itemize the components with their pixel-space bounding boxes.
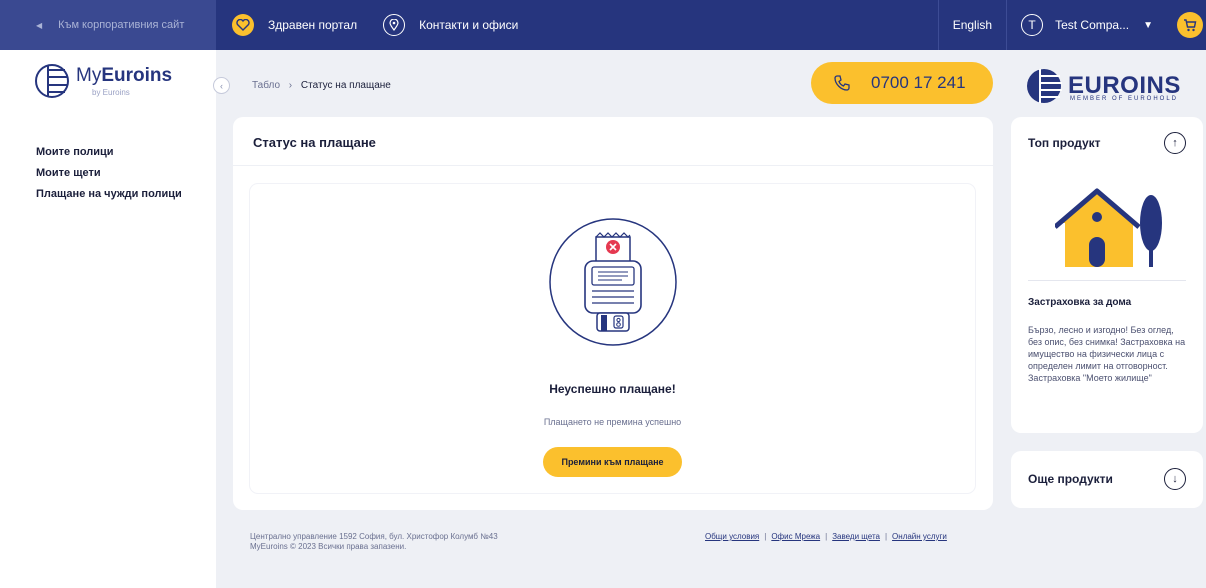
phone-button[interactable]: 0700 17 241 bbox=[811, 62, 993, 104]
status-panel: Неуспешно плащане! Плащането не премина … bbox=[250, 184, 975, 493]
footer-separator: | bbox=[884, 532, 888, 541]
location-pin-icon bbox=[383, 14, 406, 36]
breadcrumb-current: Статус на плащане bbox=[300, 80, 391, 91]
cart-button[interactable] bbox=[1177, 12, 1203, 38]
brand-tagline: MEMBER OF EUROHOLD bbox=[1070, 96, 1179, 102]
footer-separator: | bbox=[825, 532, 828, 541]
sidebar: MyEuroins by Euroins Моите полици Моите … bbox=[0, 50, 216, 588]
expand-more-products-button[interactable]: ↓ bbox=[1164, 468, 1186, 490]
page-title: Статус на плащане bbox=[253, 135, 376, 150]
breadcrumb-separator: › bbox=[288, 80, 293, 91]
phone-number: 0700 17 241 bbox=[871, 73, 966, 92]
footer-link-online[interactable]: Онлайн услуги bbox=[892, 532, 947, 541]
more-products-card[interactable]: Още продукти ↓ bbox=[1011, 451, 1203, 508]
health-portal-link[interactable]: Здравен портал bbox=[232, 14, 357, 36]
status-message: Плащането не премина успешно bbox=[543, 417, 682, 427]
sidebar-item-policies[interactable]: Моите полици bbox=[36, 146, 182, 158]
cart-icon bbox=[1184, 19, 1197, 32]
logo-subtitle: by Euroins bbox=[92, 88, 130, 97]
footer-separator: | bbox=[764, 532, 767, 541]
breadcrumb: Табло › Статус на плащане bbox=[252, 80, 397, 91]
footer-links: Общи условия | Офис Мрежа | Заведи щета | Онла… bbox=[705, 532, 947, 541]
status-title: Неуспешно плащане! bbox=[549, 382, 676, 396]
top-bar: ◀ Към корпоративния сайт Здравен портал … bbox=[0, 0, 1206, 50]
top-product-title: Топ продукт bbox=[1028, 136, 1101, 150]
contacts-label: Контакти и офиси bbox=[419, 18, 519, 32]
euroins-globe-icon bbox=[35, 64, 69, 98]
myeuroins-logo[interactable]: MyEuroins by Euroins bbox=[34, 62, 172, 100]
logo-text-light: My bbox=[76, 65, 102, 86]
collapse-sidebar-button[interactable]: ‹ bbox=[213, 77, 230, 94]
footer-link-terms[interactable]: Общи условия bbox=[705, 532, 759, 541]
more-products-title: Още продукти bbox=[1028, 472, 1113, 486]
sidebar-item-pay-others[interactable]: Плащане на чужди полици bbox=[36, 188, 182, 200]
product-name[interactable]: Застраховка за дома bbox=[1028, 297, 1131, 308]
payment-status-card: Статус на плащане Неуспешно плащане! Пла… bbox=[233, 117, 993, 510]
language-switch[interactable]: English bbox=[937, 0, 1008, 50]
top-product-card: Топ продукт ↑ Застраховка за дома Бързо,… bbox=[1011, 117, 1203, 433]
user-name: Test Compa... bbox=[1055, 18, 1130, 32]
corporate-site-link[interactable]: ◀ Към корпоративния сайт bbox=[0, 0, 216, 50]
breadcrumb-home[interactable]: Табло bbox=[252, 80, 280, 91]
arrow-up-icon: ↑ bbox=[1172, 137, 1178, 149]
avatar: T bbox=[1021, 14, 1044, 36]
phone-icon bbox=[834, 75, 850, 91]
sidebar-menu: Моите полици Моите щети Плащане на чужди… bbox=[36, 146, 182, 209]
user-menu[interactable]: T Test Compa... ▼ bbox=[1007, 14, 1153, 36]
back-arrow-icon: ◀ bbox=[36, 20, 43, 30]
footer-address-line: Централно управление 1592 София, бул. Хр… bbox=[250, 532, 498, 541]
collapse-top-product-button[interactable]: ↑ bbox=[1164, 132, 1186, 154]
footer-copyright: MyEuroins © 2023 Всички права запазени. bbox=[250, 542, 407, 551]
divider bbox=[233, 165, 993, 166]
go-to-payment-button[interactable]: Премини към плащане bbox=[543, 447, 682, 477]
caret-down-icon: ▼ bbox=[1143, 19, 1153, 31]
arrow-down-icon: ↓ bbox=[1172, 473, 1178, 485]
health-portal-label: Здравен портал bbox=[268, 18, 358, 32]
text-fade bbox=[1011, 379, 1203, 419]
euroins-globe-icon bbox=[1027, 69, 1062, 103]
logo-text-bold: Euroins bbox=[101, 65, 173, 86]
house-illustration bbox=[1055, 188, 1162, 267]
failed-payment-terminal-icon bbox=[549, 218, 677, 346]
sidebar-item-claims[interactable]: Моите щети bbox=[36, 167, 182, 179]
chevron-left-icon: ‹ bbox=[220, 80, 223, 91]
heart-icon bbox=[232, 14, 254, 36]
corporate-site-label: Към корпоративния сайт bbox=[58, 19, 185, 31]
footer-link-offices[interactable]: Офис Мрежа bbox=[771, 532, 820, 541]
footer-link-claim[interactable]: Заведи щета bbox=[832, 532, 880, 541]
euroins-brand-logo: EUROINS MEMBER OF EUROHOLD bbox=[1026, 68, 1181, 104]
divider bbox=[1028, 280, 1186, 281]
contacts-link[interactable]: Контакти и офиси bbox=[357, 14, 518, 36]
footer-address: Централно управление 1592 София, бул. Хр… bbox=[250, 532, 498, 552]
